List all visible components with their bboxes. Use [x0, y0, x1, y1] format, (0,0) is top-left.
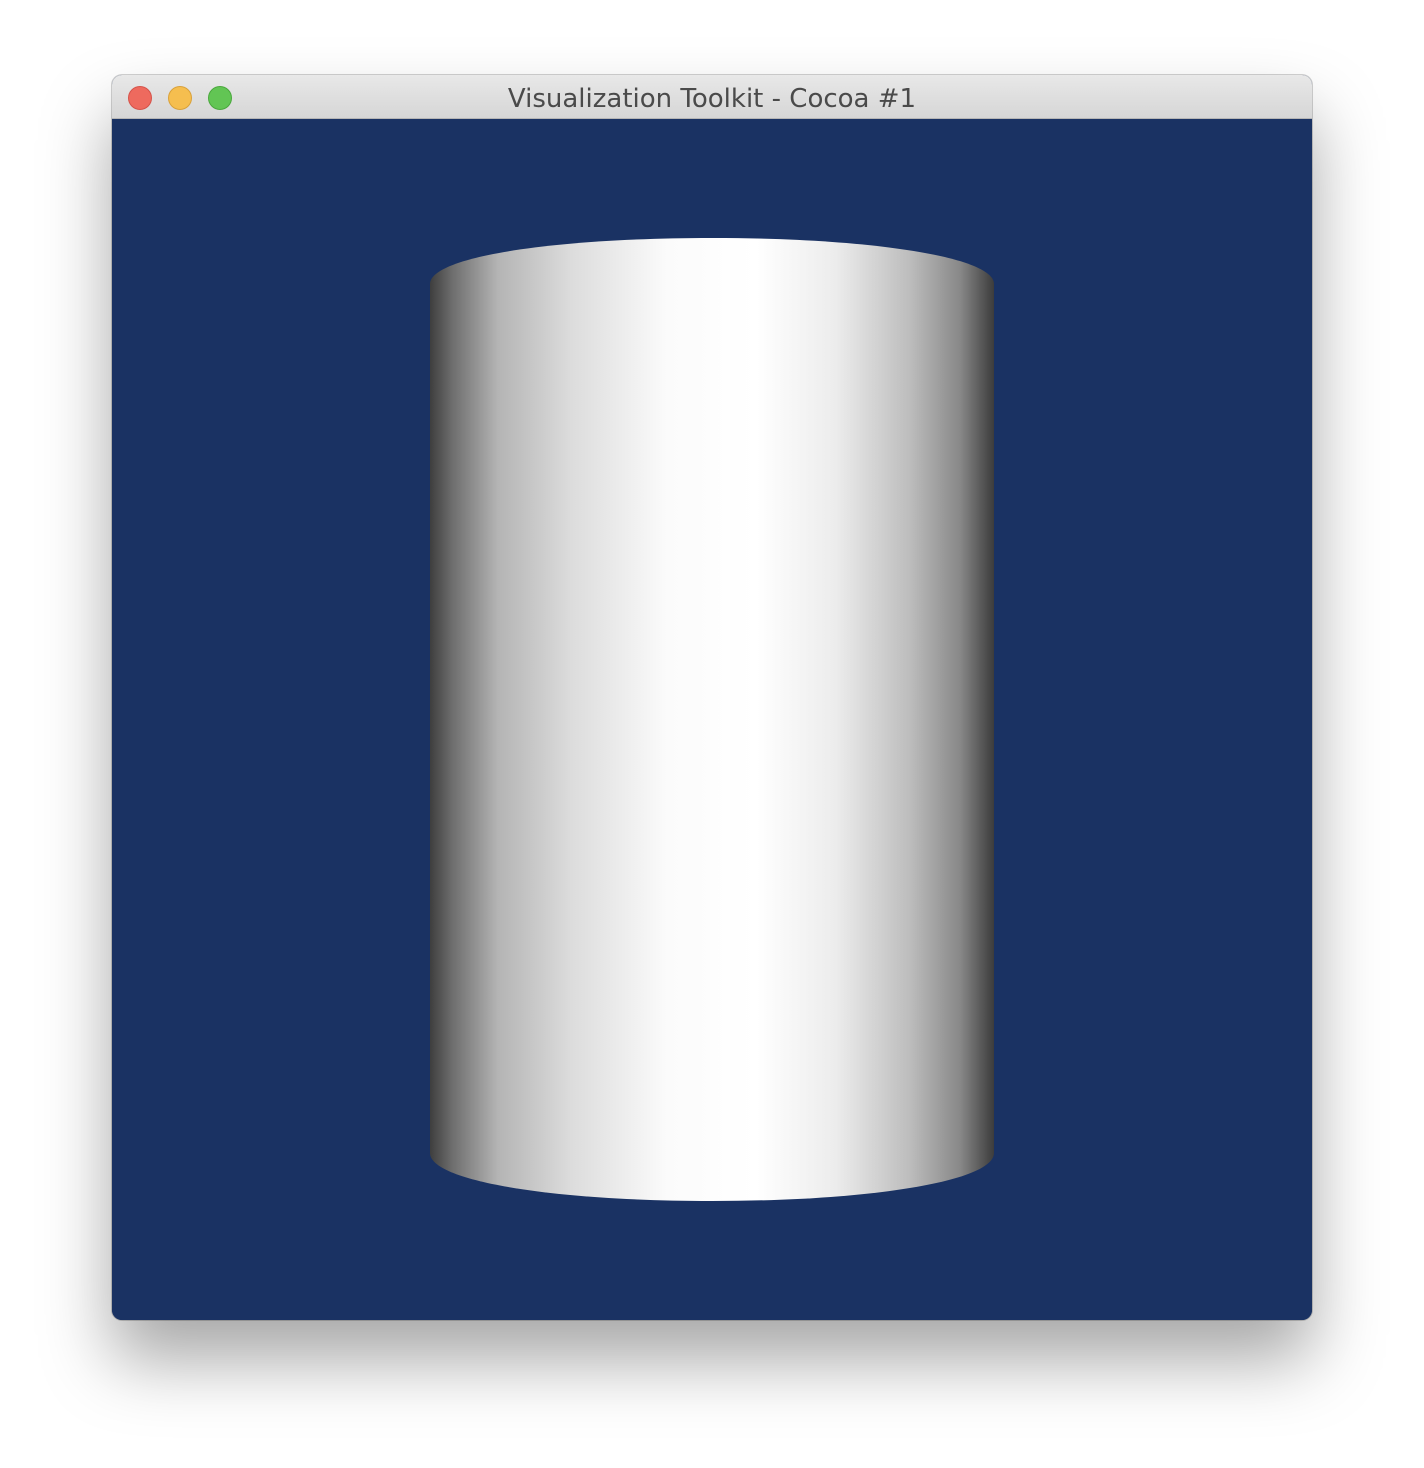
window-title: Visualization Toolkit - Cocoa #1 [507, 84, 917, 114]
cylinder-body [430, 238, 994, 1201]
render-canvas [430, 238, 994, 1201]
render-viewport[interactable] [112, 119, 1312, 1320]
title-bar[interactable]: Visualization Toolkit - Cocoa #1 [112, 75, 1312, 119]
vtk-window: Visualization Toolkit - Cocoa #1 [112, 75, 1312, 1320]
